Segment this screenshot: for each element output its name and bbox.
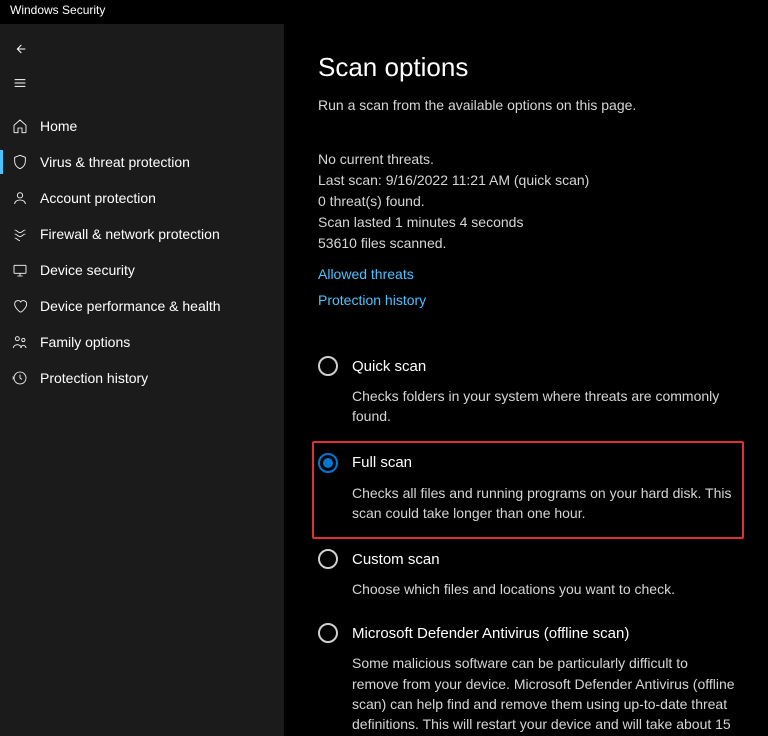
sidebar-item-device-security[interactable]: Device security — [0, 252, 284, 288]
sidebar-item-label: Account protection — [40, 190, 156, 206]
window-title: Windows Security — [10, 3, 105, 17]
status-line: No current threats. — [318, 149, 744, 170]
radio-icon — [318, 623, 338, 643]
allowed-threats-link[interactable]: Allowed threats — [318, 266, 744, 282]
sidebar-item-home[interactable]: Home — [0, 108, 284, 144]
account-icon — [0, 190, 40, 206]
sidebar-item-label: Device performance & health — [40, 298, 221, 314]
option-label: Custom scan — [352, 551, 440, 568]
sidebar-item-label: Family options — [40, 334, 130, 350]
hamburger-button[interactable] — [0, 66, 40, 100]
status-line: Last scan: 9/16/2022 11:21 AM (quick sca… — [318, 170, 744, 191]
status-line: 53610 files scanned. — [318, 233, 744, 254]
back-arrow-icon — [12, 41, 28, 57]
firewall-icon — [0, 226, 40, 242]
page-subtitle: Run a scan from the available options on… — [318, 97, 744, 113]
option-custom-scan: Custom scan Choose which files and locat… — [318, 539, 744, 613]
option-desc: Some malicious software can be particula… — [352, 653, 738, 736]
radio-offline-scan[interactable]: Microsoft Defender Antivirus (offline sc… — [318, 623, 738, 643]
scan-status: No current threats. Last scan: 9/16/2022… — [318, 149, 744, 254]
main-content: Scan options Run a scan from the availab… — [284, 24, 768, 736]
sidebar-item-family[interactable]: Family options — [0, 324, 284, 360]
sidebar-item-label: Protection history — [40, 370, 148, 386]
status-line: Scan lasted 1 minutes 4 seconds — [318, 212, 744, 233]
option-desc: Choose which files and locations you wan… — [352, 579, 738, 599]
device-icon — [0, 262, 40, 278]
home-icon — [0, 118, 40, 134]
sidebar-item-label: Firewall & network protection — [40, 226, 220, 242]
sidebar-item-virus[interactable]: Virus & threat protection — [0, 144, 284, 180]
sidebar-item-firewall[interactable]: Firewall & network protection — [0, 216, 284, 252]
option-full-scan: Full scan Checks all files and running p… — [312, 441, 744, 540]
protection-history-link[interactable]: Protection history — [318, 292, 744, 308]
page-title: Scan options — [318, 52, 744, 83]
hamburger-icon — [12, 75, 28, 91]
radio-quick-scan[interactable]: Quick scan — [318, 356, 738, 376]
sidebar-item-account[interactable]: Account protection — [0, 180, 284, 216]
option-quick-scan: Quick scan Checks folders in your system… — [318, 346, 744, 441]
radio-custom-scan[interactable]: Custom scan — [318, 549, 738, 569]
shield-icon — [0, 154, 40, 170]
history-icon — [0, 370, 40, 386]
sidebar-item-label: Virus & threat protection — [40, 154, 190, 170]
sidebar-item-label: Home — [40, 118, 77, 134]
option-offline-scan: Microsoft Defender Antivirus (offline sc… — [318, 613, 744, 736]
option-desc: Checks folders in your system where thre… — [352, 386, 738, 427]
option-desc: Checks all files and running programs on… — [352, 483, 736, 524]
option-label: Quick scan — [352, 358, 426, 375]
status-line: 0 threat(s) found. — [318, 191, 744, 212]
sidebar-item-performance[interactable]: Device performance & health — [0, 288, 284, 324]
radio-icon — [318, 356, 338, 376]
sidebar-item-history[interactable]: Protection history — [0, 360, 284, 396]
back-button[interactable] — [0, 32, 40, 66]
radio-icon — [318, 549, 338, 569]
family-icon — [0, 334, 40, 350]
window-titlebar: Windows Security — [0, 0, 768, 24]
radio-full-scan[interactable]: Full scan — [318, 453, 736, 473]
sidebar-item-label: Device security — [40, 262, 135, 278]
sidebar: Home Virus & threat protection Account p… — [0, 24, 284, 736]
option-label: Full scan — [352, 454, 412, 471]
radio-icon — [318, 453, 338, 473]
heart-icon — [0, 298, 40, 314]
option-label: Microsoft Defender Antivirus (offline sc… — [352, 625, 629, 642]
